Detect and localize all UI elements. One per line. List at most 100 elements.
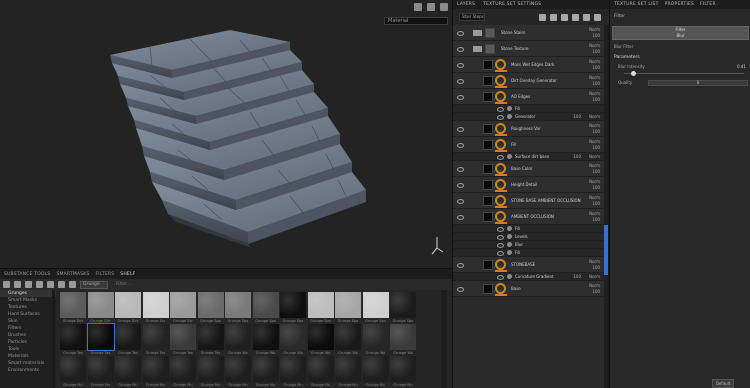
shelf-thumbnail[interactable] — [307, 292, 334, 318]
texture-set-select[interactable]: Stair Steps — [459, 13, 485, 21]
layer-opacity[interactable]: 100 — [592, 217, 600, 222]
visibility-eye-icon[interactable] — [457, 79, 464, 84]
layer-opacity[interactable]: 100 — [592, 129, 600, 134]
quality-field[interactable]: 0 — [648, 80, 748, 86]
default-button[interactable]: Default — [712, 379, 734, 388]
layer-name[interactable]: AMBIENT OCCLUSION — [511, 214, 554, 219]
layer-row[interactable]: Stone Stairs Norm 100 — [453, 25, 605, 41]
visibility-eye-icon[interactable] — [497, 107, 504, 112]
layer-mask-icon[interactable] — [495, 283, 506, 294]
shelf-thumbnail[interactable] — [142, 324, 169, 350]
visibility-eye-icon[interactable] — [497, 243, 504, 248]
layer-name[interactable]: Roughness Var — [511, 126, 541, 131]
layer-mask-icon[interactable] — [495, 179, 506, 190]
category-scrollbar[interactable] — [52, 290, 55, 388]
layer-row[interactable]: Stone Texture Norm 100 — [453, 41, 605, 57]
3d-viewport[interactable]: Material — [0, 0, 452, 268]
tab-filters[interactable]: FILTERS — [95, 272, 114, 277]
search-icon[interactable] — [69, 281, 76, 288]
shelf-scrollbar[interactable] — [441, 290, 447, 388]
render-icon[interactable] — [414, 3, 422, 11]
shelf-category[interactable]: Grunges — [0, 290, 56, 297]
shelf-thumbnail[interactable] — [170, 324, 196, 350]
shelf-category[interactable]: Textures — [0, 304, 56, 311]
visibility-eye-icon[interactable] — [457, 127, 464, 132]
layer-mask-icon[interactable] — [495, 195, 506, 206]
blend-mode[interactable]: Norm — [589, 211, 600, 216]
layer-opacity[interactable]: 100 — [592, 33, 600, 38]
blend-mode[interactable]: Norm — [589, 75, 600, 80]
shelf-thumbnail[interactable] — [197, 356, 224, 382]
layer-effect-row[interactable]: Generator Norm 100 — [453, 113, 605, 121]
visibility-eye-icon[interactable] — [457, 183, 464, 188]
grid-view-icon[interactable] — [14, 281, 21, 288]
shelf-thumbnail[interactable] — [280, 292, 306, 318]
layer-name[interactable]: Generator — [515, 114, 535, 119]
layer-row[interactable]: STONE BASE AMBIENT OCCLUSION Norm 100 — [453, 193, 605, 209]
layer-opacity[interactable]: 100 — [573, 274, 581, 279]
layer-mask-icon[interactable] — [495, 91, 506, 102]
param-value-intensity[interactable]: 0.41 — [737, 64, 746, 69]
layer-effect-row[interactable]: Fill — [453, 249, 605, 257]
tab-texture-set-settings[interactable]: TEXTURE SET SETTINGS — [483, 2, 541, 7]
settings-icon[interactable] — [47, 281, 54, 288]
blend-mode[interactable]: Norm — [589, 163, 600, 168]
layer-name[interactable]: Stone Stairs — [501, 30, 525, 35]
shelf-thumbnail[interactable] — [307, 324, 334, 350]
shelf-category[interactable]: Materials — [0, 353, 56, 360]
layers-scrollbar-thumb[interactable] — [604, 225, 608, 275]
shelf-thumbnail[interactable] — [362, 324, 389, 350]
visibility-eye-icon[interactable] — [457, 47, 464, 52]
layer-effect-row[interactable]: Fill — [453, 225, 605, 233]
visibility-eye-icon[interactable] — [457, 167, 464, 172]
shelf-thumbnail[interactable] — [307, 356, 334, 382]
layer-name[interactable]: Stone Texture — [501, 46, 528, 51]
blend-mode[interactable]: Norm — [589, 59, 600, 64]
layer-mask-icon[interactable] — [495, 259, 506, 270]
layer-name[interactable]: STONEBASE — [511, 262, 535, 267]
blend-mode[interactable]: Norm — [589, 91, 600, 96]
layer-effect-row[interactable]: Curvature Gradient Norm 100 — [453, 273, 605, 281]
layers-scrollbar[interactable] — [604, 25, 608, 388]
shelf-thumbnail[interactable] — [86, 323, 115, 351]
shelf-thumbnail[interactable] — [197, 292, 224, 318]
visibility-eye-icon[interactable] — [457, 263, 464, 268]
mask-icon[interactable] — [561, 14, 568, 21]
list-view-icon[interactable] — [25, 281, 32, 288]
intensity-slider-track[interactable] — [624, 73, 744, 74]
shelf-thumbnail[interactable] — [170, 292, 196, 318]
blend-mode[interactable]: Norm — [589, 27, 600, 32]
visibility-eye-icon[interactable] — [457, 143, 464, 148]
layer-effect-row[interactable]: Blur — [453, 241, 605, 249]
layer-row[interactable]: Height Detail Norm 100 — [453, 177, 605, 193]
shelf-thumbnail[interactable] — [87, 292, 114, 318]
layer-effect-row[interactable]: Surface dirt base Norm 100 — [453, 153, 605, 161]
layer-name[interactable]: Base Color — [511, 166, 532, 171]
visibility-eye-icon[interactable] — [457, 199, 464, 204]
layer-opacity[interactable]: 100 — [592, 97, 600, 102]
shelf-thumbnail[interactable] — [60, 324, 86, 350]
filter-icon[interactable] — [58, 281, 65, 288]
layer-row[interactable]: STONEBASE Norm 100 — [453, 257, 605, 273]
layer-opacity[interactable]: 100 — [592, 65, 600, 70]
shelf-thumbnail[interactable] — [60, 356, 86, 382]
layer-name[interactable]: Levels — [515, 234, 528, 239]
blend-mode[interactable]: Norm — [589, 195, 600, 200]
intensity-slider-handle[interactable] — [631, 71, 636, 76]
shelf-thumbnail[interactable] — [170, 356, 196, 382]
tab-smartmasks[interactable]: SMARTMASKS — [56, 272, 89, 277]
shelf-category[interactable]: Particles — [0, 339, 56, 346]
layer-row[interactable]: AMBIENT OCCLUSION Norm 100 — [453, 209, 605, 225]
layer-opacity[interactable]: 100 — [592, 185, 600, 190]
layer-effect-row[interactable]: Fill — [453, 105, 605, 113]
shelf-category[interactable]: Hard Surfaces — [0, 311, 56, 318]
layer-opacity[interactable]: 100 — [592, 289, 600, 294]
layer-row[interactable]: Base Color Norm 100 — [453, 161, 605, 177]
blend-mode[interactable]: Norm — [589, 123, 600, 128]
import-icon[interactable] — [36, 281, 43, 288]
shelf-thumbnail[interactable] — [390, 356, 416, 382]
layer-name[interactable]: Base — [511, 286, 521, 291]
visibility-eye-icon[interactable] — [457, 95, 464, 100]
layer-opacity[interactable]: 100 — [573, 154, 581, 159]
visibility-eye-icon[interactable] — [497, 251, 504, 256]
